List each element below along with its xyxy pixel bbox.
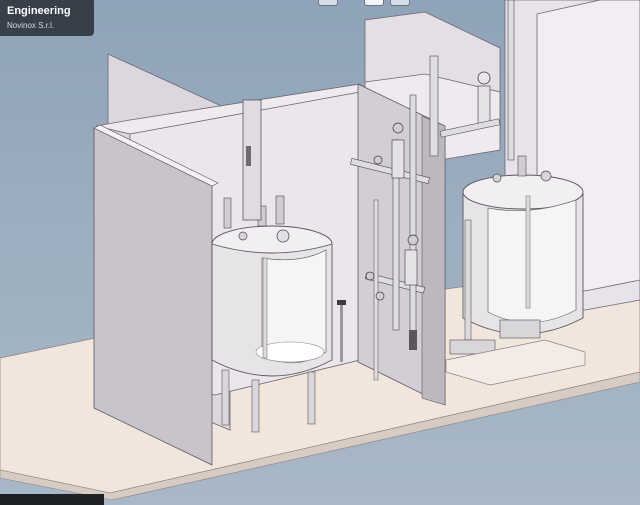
valve-actuator [407, 234, 419, 246]
vent-pipe [507, 0, 515, 161]
toolbar-button-3[interactable] [390, 0, 410, 6]
pressure-gauge [477, 71, 491, 85]
vertical-duct [242, 99, 262, 221]
left-tank-valve [275, 195, 285, 225]
vertical-duct-grille [246, 146, 251, 166]
project-title: Engineering [7, 5, 71, 17]
floor-instrument-head [337, 300, 346, 305]
left-tank-valve [223, 197, 232, 229]
left-tank-nozzle [238, 231, 248, 241]
upper-filter [477, 85, 491, 127]
floor-instrument-pole [340, 304, 343, 362]
right-tank-level-pipe [464, 219, 472, 341]
valve-actuator [392, 122, 404, 134]
valve-actuator [375, 291, 385, 301]
filter-housing [391, 139, 405, 179]
riser-pipe [409, 94, 417, 336]
toolbar-button-2[interactable] [364, 0, 384, 6]
filter-housing [404, 249, 418, 286]
left-tank-leg [221, 369, 230, 426]
left-tank-leg [307, 371, 316, 425]
right-tank-opening [487, 199, 577, 323]
right-tank[interactable] [449, 155, 584, 355]
drop-pipe [373, 199, 379, 381]
left-partition-wall [93, 127, 213, 466]
valve-actuator [373, 155, 383, 165]
central-column-side [421, 115, 446, 406]
right-tank-nozzle [492, 173, 502, 183]
right-tank-dip-pipe [525, 195, 531, 309]
valve-actuator [365, 271, 375, 281]
toolbar-button-1[interactable] [318, 0, 338, 6]
left-tank-dip-pipe [262, 257, 268, 359]
plant-3d-model[interactable] [0, 0, 640, 505]
left-tank-manway [276, 229, 290, 243]
3d-viewport[interactable]: Engineering Novinox S.r.l. [0, 0, 640, 505]
upper-riser [429, 55, 439, 157]
right-tank-valve [517, 155, 527, 177]
right-tank-skid [499, 319, 541, 339]
control-panel [409, 330, 417, 350]
project-badge: Engineering Novinox S.r.l. [0, 0, 94, 36]
right-tank-nozzle [540, 170, 552, 182]
left-tank-leg [251, 379, 260, 433]
company-name: Novinox S.r.l. [7, 21, 55, 30]
bottom-overlay-bar [0, 494, 104, 505]
